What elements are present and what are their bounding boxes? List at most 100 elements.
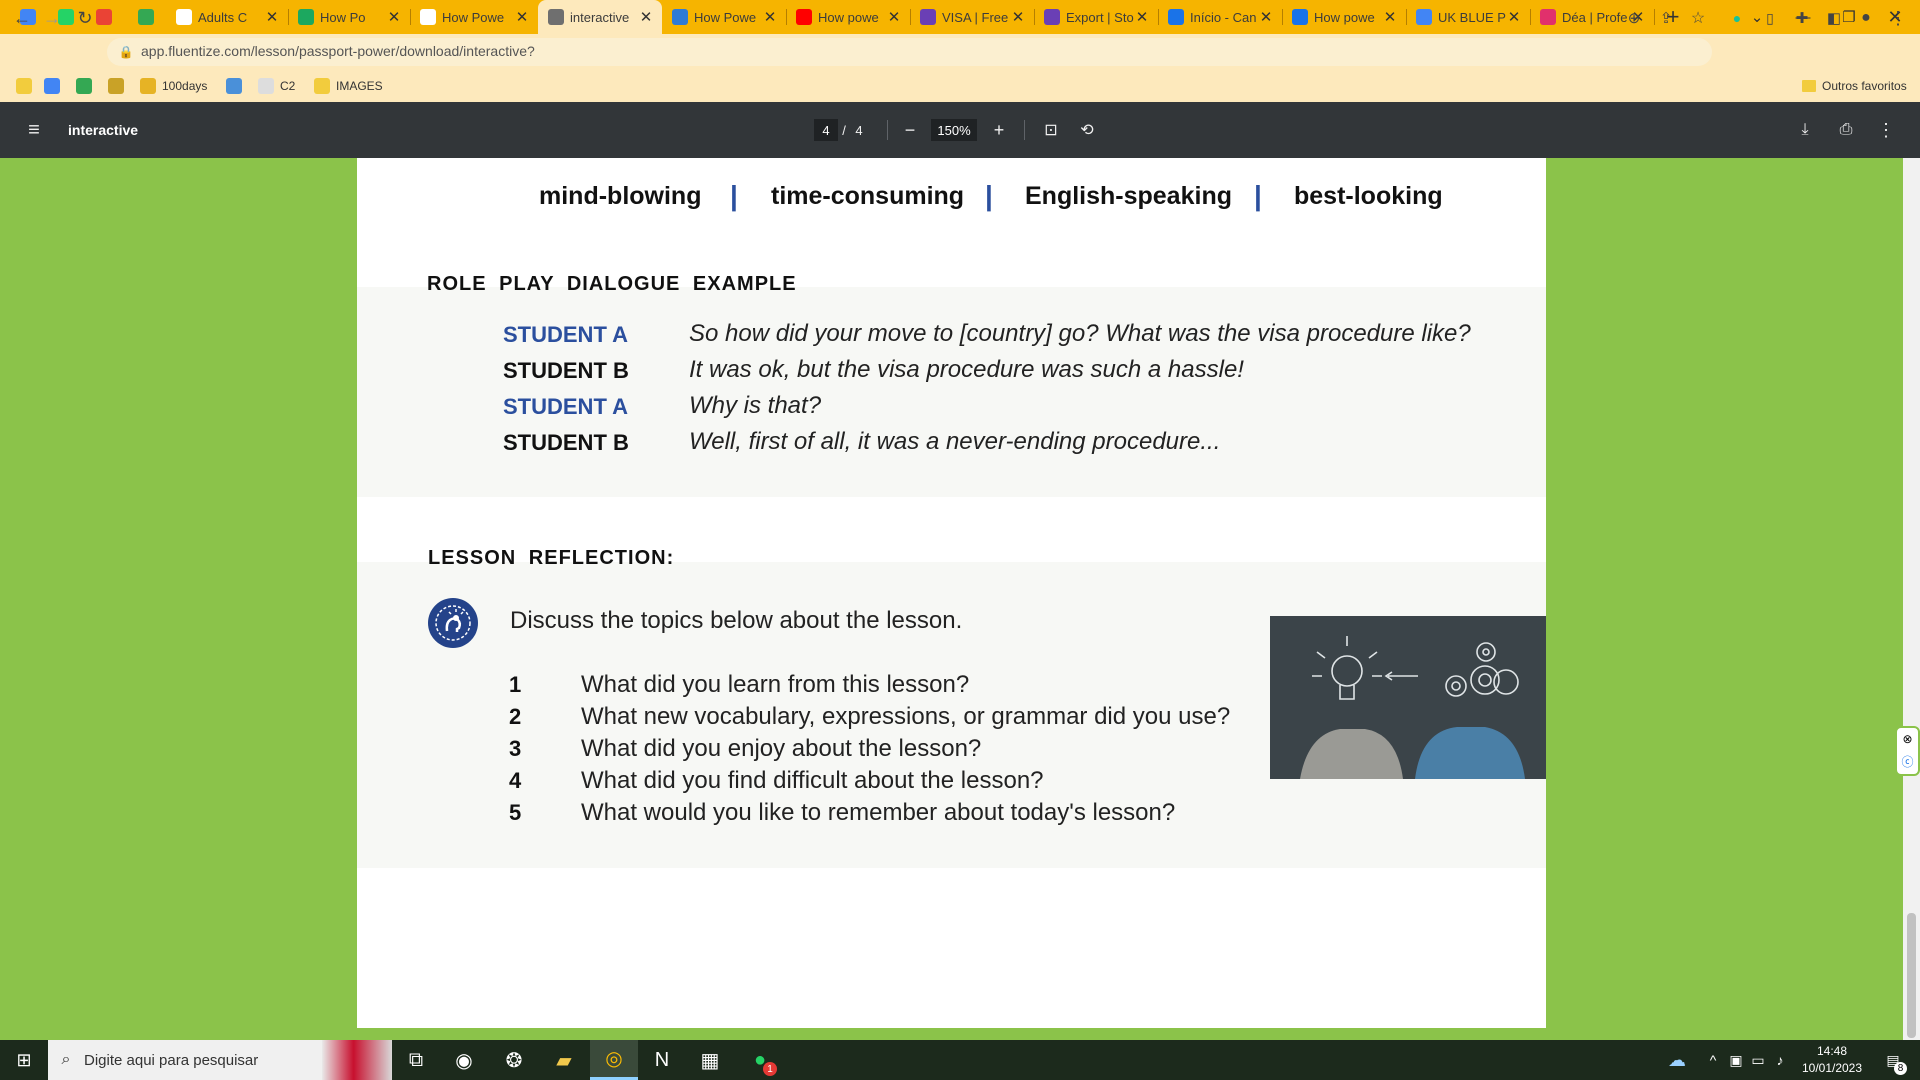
- onedrive-icon[interactable]: ☁: [1660, 1040, 1694, 1080]
- divider: [1024, 120, 1025, 140]
- bookmark-item[interactable]: [44, 70, 66, 102]
- other-bookmarks[interactable]: Outros favoritos: [1802, 70, 1907, 102]
- bookmark-item[interactable]: [108, 70, 130, 102]
- bookmark-label: IMAGES: [336, 79, 383, 93]
- favicon-icon: [138, 9, 154, 25]
- zoom-icon[interactable]: ⊕: [1620, 4, 1648, 32]
- question-text: What did you learn from this lesson?: [581, 671, 970, 698]
- dialogue-line: Why is that?: [689, 392, 822, 419]
- volume-icon[interactable]: ♪: [1769, 1040, 1791, 1080]
- notion-icon[interactable]: N: [638, 1040, 686, 1080]
- dialogue-line: Well, first of all, it was a never-endin…: [689, 428, 1221, 455]
- word-time-consuming: time-consuming: [771, 182, 965, 210]
- menu-icon[interactable]: ≡: [20, 116, 48, 144]
- close-tab-icon[interactable]: ✕: [1382, 8, 1398, 26]
- extension-circle-icon[interactable]: ⓒ: [1897, 750, 1918, 772]
- word-separator: |: [985, 180, 993, 211]
- bookmark-item[interactable]: IMAGES: [314, 70, 383, 102]
- close-tab-icon[interactable]: ✕: [386, 8, 402, 26]
- puzzle-icon[interactable]: ✚: [1788, 4, 1816, 32]
- reload-icon[interactable]: ↻: [71, 4, 99, 32]
- task-view-icon[interactable]: ⧉: [392, 1040, 440, 1080]
- chrome-menu-icon[interactable]: ⋮: [1884, 4, 1912, 32]
- dialogue-panel: [357, 287, 1546, 497]
- browser-tab[interactable]: Início - Can ✕: [1158, 0, 1282, 34]
- sidepanel-icon[interactable]: ◧: [1820, 4, 1848, 32]
- tab-title: How Powe: [694, 9, 757, 25]
- favicon-icon: [1044, 9, 1060, 25]
- dialogue-speaker: STUDENT A: [503, 394, 629, 419]
- browser-tab[interactable]: UK BLUE P ✕: [1406, 0, 1530, 34]
- close-tab-icon[interactable]: ✕: [762, 8, 778, 26]
- grammarly-icon[interactable]: ●: [1723, 4, 1751, 32]
- scrollbar[interactable]: [1903, 158, 1920, 1040]
- fit-page-icon[interactable]: ⊡: [1037, 116, 1065, 144]
- print-icon[interactable]: ⎙: [1832, 116, 1860, 144]
- lock-icon[interactable]: 🔒: [115, 41, 137, 63]
- reflection-heading: LESSON REFLECTION:: [428, 547, 675, 569]
- forward-icon[interactable]: →: [38, 4, 66, 32]
- close-tab-icon[interactable]: ✕: [886, 8, 902, 26]
- browser-tab[interactable]: How Powe ✕: [662, 0, 786, 34]
- back-icon[interactable]: ←: [8, 4, 36, 32]
- url-text[interactable]: app.fluentize.com/lesson/passport-power/…: [141, 43, 535, 59]
- close-icon[interactable]: ⊗: [1897, 728, 1918, 750]
- chrome-taskbar-icon[interactable]: ◎: [590, 1040, 638, 1080]
- bookmark-icon: [108, 78, 124, 94]
- question-number: 3: [509, 736, 522, 761]
- page-total: 4: [855, 122, 863, 138]
- browser-tab[interactable]: [126, 0, 166, 34]
- star-icon[interactable]: ☆: [1684, 4, 1712, 32]
- bookmark-item[interactable]: [226, 70, 248, 102]
- share-icon[interactable]: ⇪: [1652, 4, 1680, 32]
- browser-tab[interactable]: How Powe ✕: [410, 0, 538, 34]
- browser-tab[interactable]: Adults C ✕: [166, 0, 288, 34]
- browser-tab[interactable]: How powe ✕: [786, 0, 910, 34]
- bookmark-icon: [258, 78, 274, 94]
- zoom-level[interactable]: 150%: [931, 119, 977, 141]
- windows-start-icon[interactable]: ⊞: [0, 1040, 48, 1080]
- app-icon[interactable]: ❂: [490, 1040, 538, 1080]
- download-icon[interactable]: ⤓: [1791, 116, 1819, 144]
- tab-active[interactable]: interactive ✕: [538, 0, 662, 34]
- close-tab-icon[interactable]: ✕: [1134, 8, 1150, 26]
- taskbar-search[interactable]: ⌕ Digite aqui para pesquisar: [48, 1040, 392, 1080]
- close-tab-icon[interactable]: ✕: [514, 8, 530, 26]
- network-icon[interactable]: ▭: [1747, 1040, 1769, 1080]
- close-tab-icon[interactable]: ✕: [264, 8, 280, 26]
- bookmark-item[interactable]: [16, 70, 38, 102]
- bookmark-item[interactable]: [76, 70, 98, 102]
- favicon-icon: [548, 9, 564, 25]
- zoom-out-icon[interactable]: −: [896, 116, 924, 144]
- profile-avatar[interactable]: ●: [1852, 4, 1880, 32]
- whatsapp-badge: 1: [763, 1062, 777, 1076]
- browser-tab[interactable]: How Po ✕: [288, 0, 410, 34]
- file-explorer-icon[interactable]: ▰: [540, 1040, 588, 1080]
- dialogue-speaker: STUDENT A: [503, 322, 629, 347]
- browser-tab[interactable]: Export | Sto ✕: [1034, 0, 1158, 34]
- close-tab-icon[interactable]: ✕: [1258, 8, 1274, 26]
- zoom-in-icon[interactable]: +: [985, 116, 1013, 144]
- close-tab-icon[interactable]: ✕: [638, 8, 654, 26]
- system-clock[interactable]: 14:48 10/01/2023: [1800, 1043, 1864, 1077]
- more-options-icon[interactable]: ⋮: [1872, 116, 1900, 144]
- notifications-icon[interactable]: ▤ 8: [1878, 1040, 1908, 1080]
- side-extension-widget[interactable]: ⊗ ⓒ: [1895, 726, 1920, 776]
- clock-time: 14:48: [1816, 1044, 1848, 1058]
- bookmark-item[interactable]: C2: [258, 70, 295, 102]
- browser-tab[interactable]: How powe ✕: [1282, 0, 1406, 34]
- tray-overflow-icon[interactable]: ^: [1702, 1040, 1724, 1080]
- bookmark-icon: [44, 78, 60, 94]
- close-tab-icon[interactable]: ✕: [1010, 8, 1026, 26]
- steam-icon[interactable]: ◉: [440, 1040, 488, 1080]
- scrollbar-thumb[interactable]: [1907, 913, 1916, 1038]
- whatsapp-taskbar-icon[interactable]: ● 1: [736, 1040, 784, 1080]
- extension-icon[interactable]: ▯: [1756, 4, 1784, 32]
- rotate-icon[interactable]: ⟲: [1073, 116, 1101, 144]
- calculator-icon[interactable]: ▦: [686, 1040, 734, 1080]
- close-tab-icon[interactable]: ✕: [1506, 8, 1522, 26]
- camera-icon[interactable]: ▣: [1725, 1040, 1747, 1080]
- favicon-icon: [1540, 9, 1556, 25]
- bookmark-item[interactable]: 100days: [140, 70, 207, 102]
- browser-tab[interactable]: VISA | Free ✕: [910, 0, 1034, 34]
